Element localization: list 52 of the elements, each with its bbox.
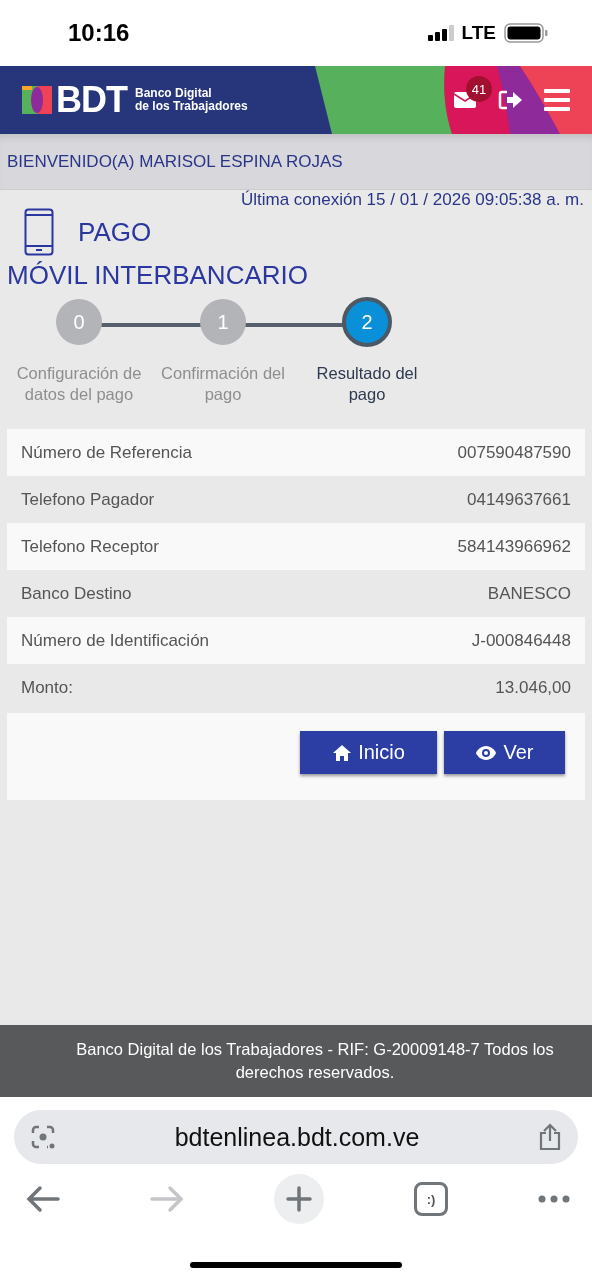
detail-value: 13.046,00: [495, 677, 571, 698]
step-label: Resultado del pago: [315, 363, 419, 405]
step-circle: 0: [56, 299, 102, 345]
url-text: bdtenlinea.bdt.com.ve: [174, 1122, 420, 1152]
step-circle: 1: [200, 299, 246, 345]
share-icon: [538, 1123, 562, 1151]
back-button[interactable]: [26, 1185, 60, 1213]
detail-value: J-000846448: [471, 630, 571, 651]
logo-text: BDT: [56, 82, 127, 118]
step-circle: 2: [342, 297, 392, 347]
status-time: 10:16: [68, 19, 130, 47]
address-bar[interactable]: bdtenlinea.bdt.com.ve: [14, 1110, 578, 1164]
detail-value: 04149637661: [467, 489, 571, 510]
forward-arrow-icon: [150, 1185, 184, 1213]
menu-icon: [544, 89, 570, 111]
new-tab-button[interactable]: [274, 1174, 324, 1224]
logo-subtitle: Banco Digital: [135, 87, 213, 100]
home-icon: [332, 743, 353, 762]
lens-icon: [30, 1124, 56, 1150]
last-connection: Última conexión 15 / 01 / 2026 09:05:38 a. m.: [240, 190, 584, 209]
network-type: LTE: [461, 22, 496, 44]
page-title: MÓVIL INTERBANCARIO: [6, 260, 309, 291]
phone-icon: [24, 208, 54, 256]
plus-icon: [286, 1186, 312, 1212]
detail-value: 584143966962: [457, 536, 571, 557]
logout-button[interactable]: [498, 90, 522, 110]
back-arrow-icon: [26, 1185, 60, 1213]
detail-value: BANESCO: [487, 583, 571, 604]
signal-icon: [427, 25, 454, 41]
detail-value: 007590487590: [457, 442, 571, 463]
more-icon: [538, 1195, 570, 1203]
detail-label: Número de Identificación: [21, 630, 210, 651]
menu-button[interactable]: [544, 89, 570, 111]
battery-icon: [504, 23, 548, 43]
welcome-text: BIENVENIDO(A) MARISOL ESPINA ROJAS: [7, 151, 343, 172]
detail-label: Monto:: [21, 677, 73, 698]
footer-text: Banco Digital de los Trabajadores - RIF: G-20009148-7 Todos los derechos reservados.: [75, 1039, 555, 1083]
more-button[interactable]: [538, 1195, 570, 1203]
step-label: Confirmación del pago: [160, 363, 286, 405]
tabs-button[interactable]: :): [414, 1182, 448, 1216]
eye-icon: [475, 744, 498, 761]
view-button[interactable]: Ver: [444, 731, 565, 774]
home-button[interactable]: Inicio: [300, 731, 437, 774]
logo-icon: [22, 86, 52, 114]
detail-label: Telefono Receptor: [21, 536, 159, 557]
logout-icon: [498, 90, 522, 110]
detail-label: Telefono Pagador: [21, 489, 155, 510]
step-label: Configuración de datos del pago: [15, 363, 143, 405]
logo-subtitle: de los Trabajadores: [135, 100, 248, 113]
detail-label: Número de Referencia: [21, 442, 193, 463]
page-title: PAGO: [78, 216, 152, 248]
detail-label: Banco Destino: [21, 583, 132, 604]
